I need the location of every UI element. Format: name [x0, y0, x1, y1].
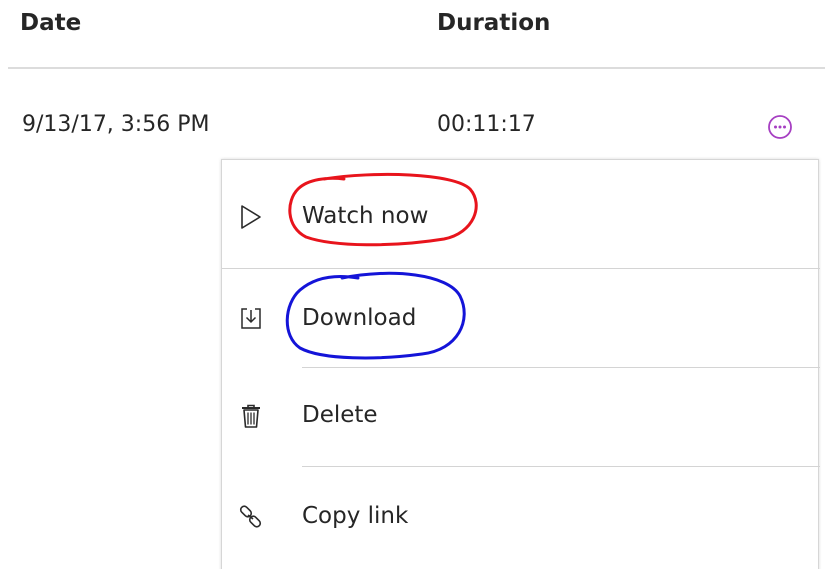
column-header-duration[interactable]: Duration	[437, 10, 550, 36]
menu-divider	[302, 466, 820, 467]
menu-divider	[222, 268, 820, 269]
recording-date: 9/13/17, 3:56 PM	[22, 112, 210, 137]
menu-item-label: Delete	[302, 402, 378, 428]
menu-item-label: Download	[302, 305, 417, 331]
menu-divider	[302, 367, 820, 368]
play-icon	[238, 203, 264, 231]
recording-duration: 00:11:17	[437, 112, 536, 137]
menu-item-label: Copy link	[302, 503, 409, 529]
more-options-button[interactable]	[766, 113, 794, 141]
link-icon	[238, 503, 264, 531]
trash-icon	[238, 402, 264, 430]
recording-options-menu: Watch now Download Delete Copy link	[221, 159, 820, 569]
menu-item-download[interactable]: Download	[222, 272, 820, 368]
column-header-date[interactable]: Date	[20, 10, 81, 36]
menu-item-copy-link[interactable]: Copy link	[222, 470, 820, 566]
download-icon	[238, 305, 264, 333]
menu-item-watch-now[interactable]: Watch now	[222, 170, 820, 266]
recordings-page: Date Duration 9/13/17, 3:56 PM 00:11:17 …	[0, 0, 825, 569]
menu-item-delete[interactable]: Delete	[222, 369, 820, 465]
menu-item-label: Watch now	[302, 203, 429, 229]
header-divider	[8, 67, 825, 69]
ellipsis-circle-icon	[768, 115, 792, 139]
